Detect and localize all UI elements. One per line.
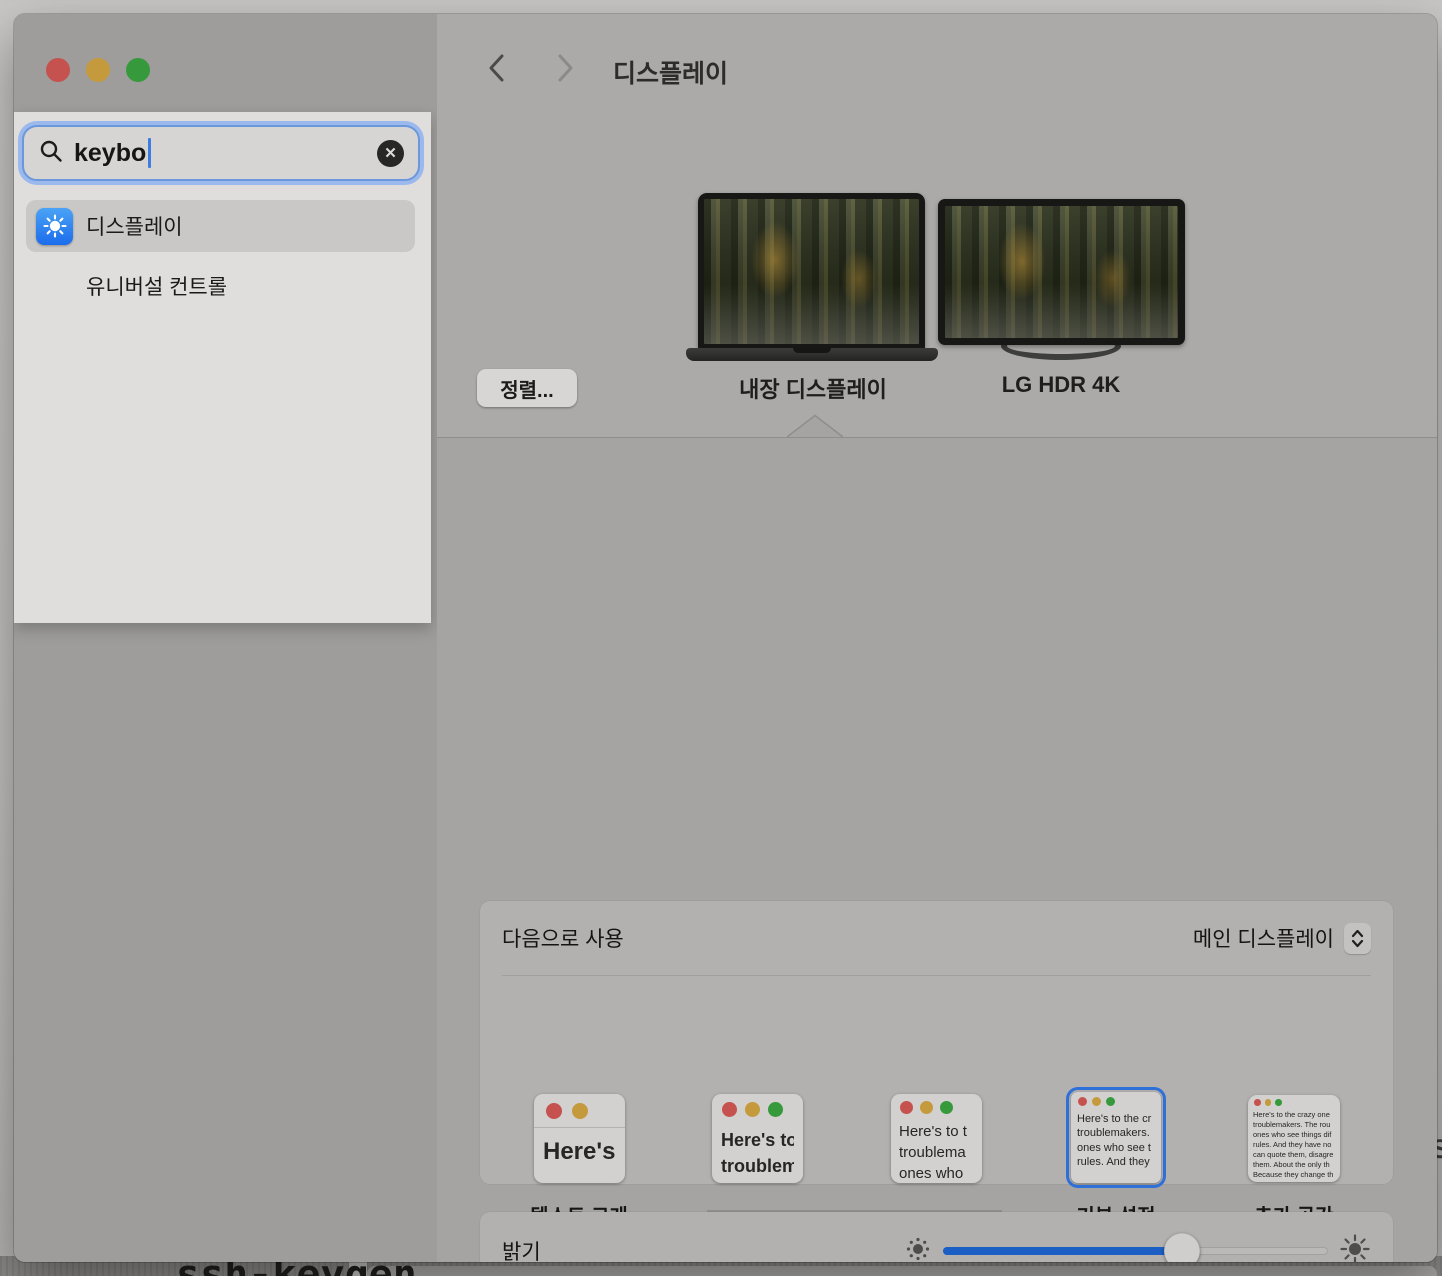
mini-window-traffic-lights: [712, 1094, 803, 1123]
mini-window-traffic-lights: [534, 1094, 625, 1128]
divider: [502, 975, 1371, 976]
arrange-displays-button[interactable]: 정렬...: [477, 369, 577, 407]
mini-window-traffic-lights: [1071, 1092, 1161, 1109]
brightness-slider-fill: [943, 1247, 1182, 1255]
lg-hdr-4k-label: LG HDR 4K: [1002, 372, 1121, 398]
brightness-label: 밝기: [502, 1236, 541, 1262]
close-window-button[interactable]: [46, 58, 70, 82]
scaling-option-larger-text[interactable]: Here's: [534, 1094, 625, 1183]
laptop-base: [686, 348, 938, 361]
wallpaper-preview: [704, 199, 919, 344]
zoom-window-button[interactable]: [126, 58, 150, 82]
search-query-text: keybo: [74, 139, 146, 168]
forward-button[interactable]: [553, 52, 579, 86]
display-thumbnail-lg-hdr-4k[interactable]: [938, 199, 1185, 345]
use-as-label: 다음으로 사용: [502, 923, 624, 953]
brightness-card: 밝기: [480, 1212, 1393, 1262]
search-result-universal-control[interactable]: 유니버설 컨트롤: [26, 260, 415, 312]
display-thumbnail-built-in[interactable]: [698, 193, 925, 350]
brightness-row: 밝기: [480, 1212, 1393, 1262]
back-button[interactable]: [483, 52, 509, 86]
selected-display-pointer: [787, 414, 843, 438]
search-results-panel: keybo ✕ 디스플레이: [14, 112, 431, 623]
brightness-low-icon: [904, 1235, 932, 1263]
scaling-option-more-space[interactable]: Here's to the crazy one troublemakers. T…: [1248, 1095, 1340, 1182]
use-as-value: 메인 디스플레이: [1193, 923, 1334, 953]
brightness-high-icon: [1339, 1233, 1371, 1263]
window-controls: [46, 58, 150, 82]
minimize-window-button[interactable]: [86, 58, 110, 82]
display-settings-content: 다음으로 사용 메인 디스플레이 Here's: [437, 437, 1437, 1262]
background-window-fragment: [367, 1266, 1437, 1276]
search-result-label: 디스플레이: [86, 211, 183, 241]
wallpaper-preview: [945, 206, 1178, 338]
search-result-display[interactable]: 디스플레이: [26, 200, 415, 252]
search-result-label: 유니버설 컨트롤: [86, 271, 227, 301]
use-as-dropdown-stepper[interactable]: [1344, 923, 1371, 954]
system-settings-window: keybo ✕ 디스플레이: [14, 14, 1437, 1262]
clear-search-button[interactable]: ✕: [377, 140, 404, 167]
sidebar: keybo ✕ 디스플레이: [14, 14, 437, 1262]
text-cursor: [148, 138, 151, 168]
scaling-option-3[interactable]: Here's to t troublema ones who: [891, 1094, 982, 1183]
use-as-row: 다음으로 사용 메인 디스플레이: [480, 901, 1393, 975]
scaling-option-2[interactable]: Here's to troublem: [712, 1094, 803, 1183]
scaling-option-default-selected[interactable]: Here's to the cr troublemakers. ones who…: [1066, 1087, 1166, 1188]
mini-window-traffic-lights: [891, 1094, 982, 1118]
search-input[interactable]: keybo ✕: [22, 125, 420, 181]
display-brightness-icon: [36, 208, 73, 245]
brightness-slider-thumb[interactable]: [1164, 1233, 1200, 1262]
mini-window-traffic-lights: [1248, 1095, 1340, 1108]
page-title: 디스플레이: [613, 54, 728, 90]
search-icon: [38, 138, 64, 169]
main-panel: 디스플레이 내장 디스플레이 LG HDR 4K 정렬... 다음으로 사용 메…: [437, 14, 1437, 1262]
resolution-card: 다음으로 사용 메인 디스플레이 Here's: [480, 901, 1393, 1184]
built-in-display-label: 내장 디스플레이: [739, 372, 887, 404]
brightness-slider[interactable]: [943, 1247, 1328, 1255]
